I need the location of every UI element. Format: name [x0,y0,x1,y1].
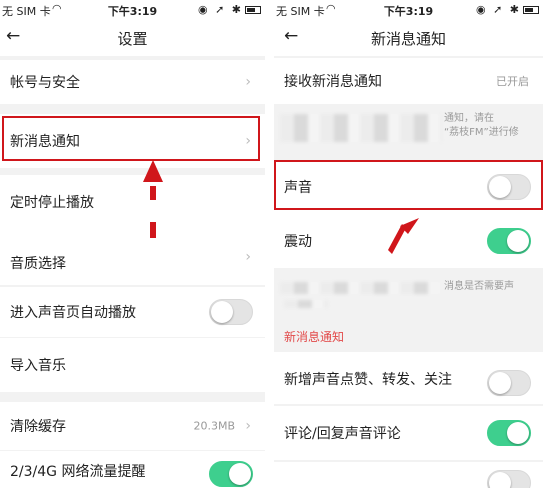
row-label: 进入声音页自动播放 [10,305,136,321]
row-likes-reposts-follows[interactable]: 新增声音点赞、转发、关注 [274,352,543,404]
row-import-music[interactable]: 导入音乐 [0,338,265,392]
wifi-icon: ◠ [326,2,336,15]
battery-icon: ◉ ➚ ✱ [476,3,539,16]
likes-toggle[interactable] [487,370,531,397]
chevron-right-icon: › [245,418,251,434]
settings-screen: 无 SIM 卡 ◠ 下午3:19 ◉ ➚ ✱ ← 设置 帐号与安全 › 新消息通… [0,0,265,488]
receive-status: 已开启 [496,75,529,88]
annotation-arrow-icon [143,160,163,238]
chevron-right-icon: › [245,249,251,265]
section-label: 新消息通知 [284,330,345,344]
row-autoplay[interactable]: 进入声音页自动播放 [0,287,265,337]
cache-size: 20.3MB [193,419,235,433]
highlight-box [2,116,260,161]
row-label: 接收新消息通知 [284,74,382,90]
row-label: 2/3/4G 网络流量提醒 [10,464,146,480]
network-alert-toggle[interactable] [209,460,253,487]
row-label: 评论/回复声音评论 [284,426,401,442]
row-label: 震动 [284,234,312,250]
autoplay-toggle[interactable] [209,299,253,325]
wifi-icon: ◠ [52,2,62,15]
highlight-box [274,160,543,210]
carrier-label: 无 SIM 卡 [2,5,51,18]
row-label: 帐号与安全 [10,75,80,91]
notification-settings-screen: 无 SIM 卡 ◠ 下午3:19 ◉ ➚ ✱ ← 新消息通知 接收新消息通知 已… [274,0,543,488]
page-title: 设置 [117,30,148,48]
chevron-right-icon: › [245,74,251,90]
row-account-security[interactable]: 帐号与安全 › [0,60,265,104]
comments-toggle[interactable] [487,420,531,446]
row-sleep-timer[interactable]: 定时停止播放 [0,175,265,229]
row-label: 音质选择 [10,255,66,272]
row-label: 导入音乐 [10,358,66,374]
row-partial[interactable] [274,462,543,488]
clock: 下午3:19 [107,5,158,18]
row-label: 定时停止播放 [10,195,94,211]
vibrate-toggle[interactable] [487,228,531,254]
nav-bar: ← 设置 [0,20,265,56]
row-audio-quality[interactable]: 音质选择 › [0,229,265,285]
redacted-text [284,300,328,308]
partial-toggle[interactable] [487,470,531,488]
status-bar: 无 SIM 卡 ◠ 下午3:19 ◉ ➚ ✱ [0,0,265,20]
hint-text: 消息是否需要声 [444,281,514,292]
row-receive-notifications[interactable]: 接收新消息通知 已开启 [274,58,543,104]
row-comments[interactable]: 评论/回复声音评论 [274,406,543,460]
clock: 下午3:19 [383,5,434,18]
hint-text: 通知，请在 “荔枝FM”进行修 [444,113,519,138]
redacted-text [280,114,442,142]
status-bar: 无 SIM 卡 ◠ 下午3:19 ◉ ➚ ✱ [274,0,543,20]
row-network-alert[interactable]: 2/3/4G 网络流量提醒 [0,451,265,488]
row-label: 新增声音点赞、转发、关注 [284,372,452,389]
redacted-text [280,282,440,294]
battery-icon: ◉ ➚ ✱ [198,3,261,16]
carrier-label: 无 SIM 卡 [276,5,325,18]
annotation-arrow-icon [388,218,419,254]
nav-bar: ← 新消息通知 [274,20,543,56]
row-label: 清除缓存 [10,419,66,435]
row-clear-cache[interactable]: 清除缓存 20.3MB › [0,402,265,450]
page-title: 新消息通知 [370,30,446,48]
